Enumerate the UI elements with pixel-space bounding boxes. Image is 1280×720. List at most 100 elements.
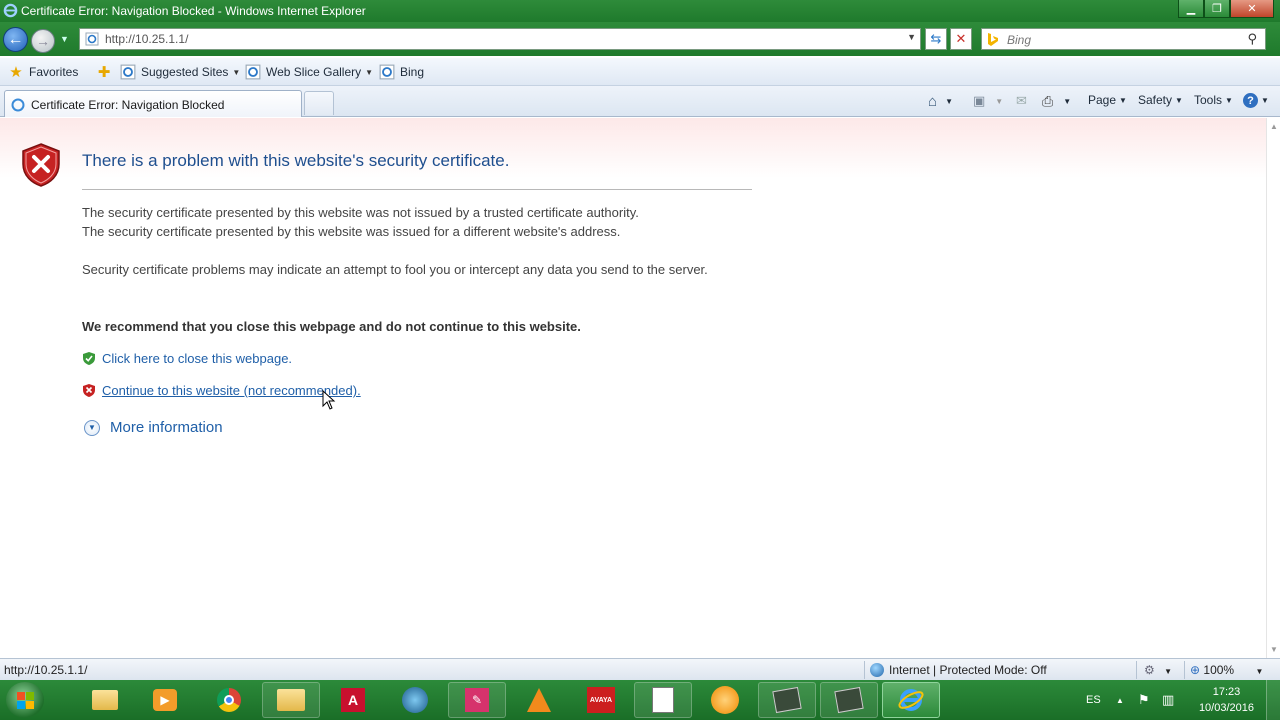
status-url: http://10.25.1.1/ <box>4 663 88 677</box>
feeds-button[interactable]: ▣ ▼ <box>973 93 1003 109</box>
folder-library-icon <box>92 690 118 710</box>
add-to-favorites-bar-button[interactable]: ✚ <box>96 64 117 81</box>
taskbar-explorer[interactable] <box>76 682 134 718</box>
arrow-left-icon: ← <box>7 30 24 48</box>
media-player-icon: ▶ <box>153 689 177 711</box>
page-menu[interactable]: Page ▼ <box>1088 93 1127 107</box>
show-desktop-button[interactable] <box>1266 680 1280 720</box>
safety-menu[interactable]: Safety ▼ <box>1138 93 1183 107</box>
compatibility-view-button[interactable]: ⇆ <box>925 28 947 50</box>
chevron-down-icon: ▼ <box>1119 95 1127 105</box>
globe-icon <box>870 663 884 677</box>
network-tool-icon <box>834 686 864 714</box>
avaya-icon: AVAYA <box>587 687 615 713</box>
zoom-icon: ⊕ <box>1190 663 1201 677</box>
help-icon: ? <box>1243 93 1258 108</box>
tools-menu-label: Tools <box>1194 93 1223 107</box>
home-icon: ⌂ <box>928 93 938 110</box>
forward-button[interactable]: → <box>31 29 55 53</box>
tab-certificate-error[interactable]: Certificate Error: Navigation Blocked <box>4 90 302 117</box>
more-information-label: More information <box>110 419 223 436</box>
favorites-item-label: Bing <box>400 65 425 79</box>
taskbar-avaya[interactable]: AVAYA <box>572 682 630 718</box>
search-box[interactable]: Bing ⚲ <box>981 28 1266 50</box>
add-favorite-icon: ✚ <box>97 64 111 81</box>
close-webpage-link[interactable]: Click here to close this webpage. <box>102 351 292 366</box>
chevron-up-icon: ▲ <box>1116 695 1124 705</box>
page-title: There is a problem with this website's s… <box>82 151 510 170</box>
taskbar-network-tool[interactable] <box>758 682 816 718</box>
taskbar-vlc[interactable] <box>510 682 568 718</box>
security-zone-label: Internet | Protected Mode: Off <box>889 663 1047 677</box>
taskbar-media-player[interactable]: ▶ <box>136 682 194 718</box>
language-indicator[interactable]: ES <box>1086 680 1101 720</box>
expand-icon: ▼ <box>84 419 100 436</box>
system-clock[interactable]: 17:23 10/03/2016 <box>1199 684 1254 716</box>
taskbar-photo-app[interactable] <box>386 682 444 718</box>
ie-page-icon <box>379 64 395 80</box>
internet-explorer-icon <box>898 689 924 711</box>
maximize-button[interactable]: ❐ <box>1204 0 1230 18</box>
close-window-button[interactable]: ✕ <box>1230 0 1274 18</box>
tray-network[interactable]: ▥ <box>1162 680 1174 720</box>
tray-action-center[interactable]: ⚑ <box>1138 680 1150 720</box>
recent-pages-dropdown[interactable]: ▼ <box>60 34 70 44</box>
home-button[interactable]: ⌂ ▼ <box>928 93 953 110</box>
chevron-down-icon: ▼ <box>995 96 1004 106</box>
status-divider <box>864 661 865 679</box>
close-webpage-option[interactable]: Click here to close this webpage. <box>82 351 292 366</box>
favorites-item-web-slice-gallery[interactable]: Web Slice Gallery ▼ <box>245 64 373 80</box>
folder-icon <box>277 689 305 711</box>
minimize-button[interactable]: ▁ <box>1178 0 1204 18</box>
stop-button[interactable]: ✕ <box>950 28 972 50</box>
continue-option[interactable]: Continue to this website (not recommende… <box>82 383 361 398</box>
red-shield-icon <box>83 384 95 397</box>
ie-page-icon <box>120 64 136 80</box>
taskbar-notepad[interactable] <box>634 682 692 718</box>
address-dropdown-icon[interactable]: ▼ <box>907 32 916 42</box>
printer-icon: ⎙ <box>1042 93 1054 109</box>
chevron-down-icon: ▼ <box>1175 95 1183 105</box>
safety-menu-label: Safety <box>1138 93 1173 107</box>
security-zone[interactable]: Internet | Protected Mode: Off <box>870 663 1047 677</box>
tab-bar: Certificate Error: Navigation Blocked ⌂ … <box>0 86 1280 117</box>
taskbar-chrome[interactable] <box>200 682 258 718</box>
help-menu[interactable]: ? ▼ <box>1243 93 1269 108</box>
new-tab-button[interactable] <box>304 91 334 115</box>
taskbar-pdf-tool[interactable]: ✎ <box>448 682 506 718</box>
windows-logo-icon <box>16 691 34 709</box>
taskbar-internet-explorer[interactable] <box>882 682 940 718</box>
pdf-tool-icon: ✎ <box>465 688 489 712</box>
search-icon[interactable]: ⚲ <box>1247 31 1257 47</box>
read-mail-button[interactable]: ✉ <box>1016 93 1027 109</box>
more-information-toggle[interactable]: ▼ More information <box>84 419 223 436</box>
mouse-cursor-icon <box>322 390 336 410</box>
orange-app-icon <box>711 686 739 714</box>
error-shield-icon <box>22 143 60 187</box>
tools-menu[interactable]: Tools ▼ <box>1194 93 1233 107</box>
divider <box>82 189 752 190</box>
chevron-down-icon: ▼ <box>1261 96 1269 105</box>
taskbar-network-tool-2[interactable] <box>820 682 878 718</box>
taskbar-app-orange[interactable] <box>696 682 754 718</box>
show-hidden-icons-button[interactable]: ▲ <box>1116 680 1124 720</box>
back-button[interactable]: ← <box>3 27 28 52</box>
scroll-down-icon[interactable]: ▼ <box>1270 645 1278 654</box>
favorites-button[interactable]: ★ Favorites <box>8 64 78 81</box>
chevron-down-icon: ▼ <box>365 67 374 77</box>
taskbar-acrobat[interactable]: A <box>324 682 382 718</box>
vertical-scrollbar[interactable]: ▲ ▼ <box>1266 118 1280 658</box>
protected-mode-button[interactable]: ⚙ ▼ <box>1144 663 1172 677</box>
chrome-icon <box>217 688 241 712</box>
print-button[interactable]: ⎙ ▼ <box>1042 93 1071 110</box>
scroll-up-icon[interactable]: ▲ <box>1270 122 1278 131</box>
address-bar[interactable]: http://10.25.1.1/ ▼ <box>79 28 921 50</box>
acrobat-icon: A <box>341 688 365 712</box>
start-button[interactable] <box>6 682 44 718</box>
zoom-button[interactable]: ⊕ 100% ▼ <box>1190 663 1263 677</box>
taskbar-folder[interactable] <box>262 682 320 718</box>
favorites-item-bing[interactable]: Bing <box>379 64 424 80</box>
gear-icon: ⚙ <box>1144 663 1155 677</box>
favorites-item-suggested-sites[interactable]: Suggested Sites ▼ <box>120 64 240 80</box>
notepad-icon <box>652 687 674 713</box>
